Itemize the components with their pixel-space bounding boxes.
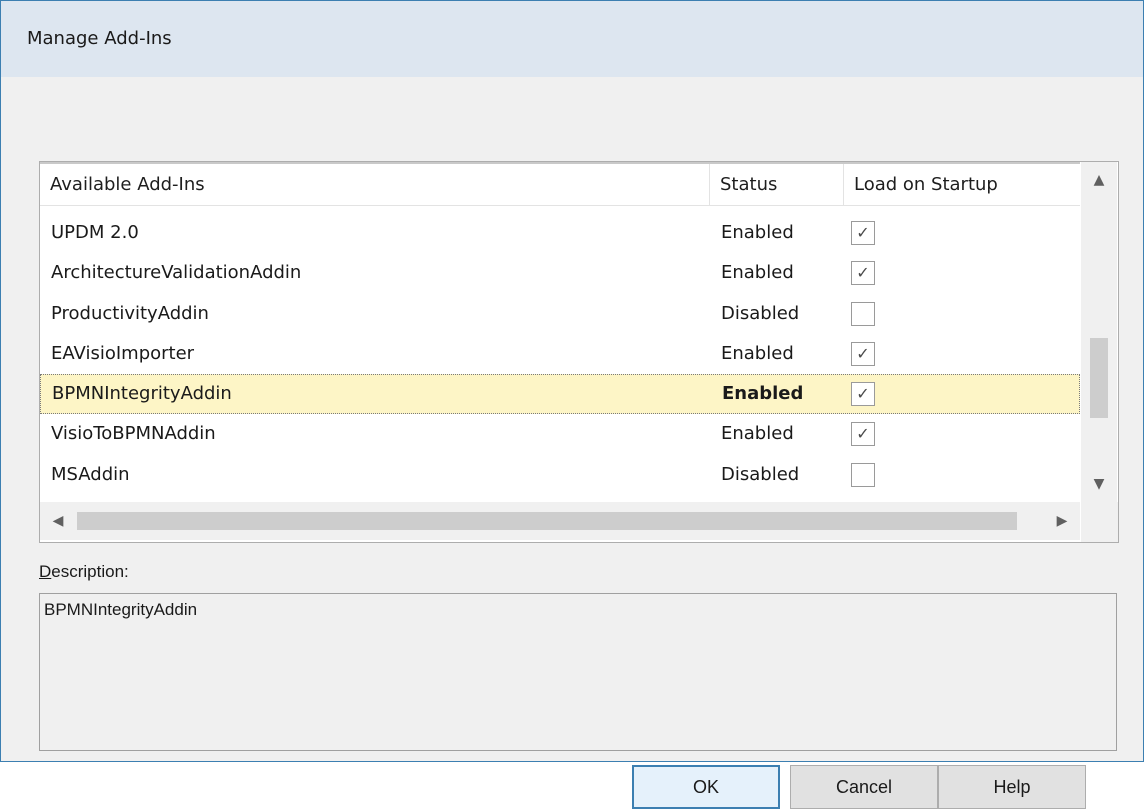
load-on-startup-checkbox[interactable] <box>851 301 875 326</box>
scroll-down-icon[interactable]: ▼ <box>1081 466 1117 502</box>
addin-name: UPDM 2.0 <box>51 222 139 243</box>
title-bar[interactable]: Manage Add-Ins <box>1 1 1143 77</box>
checkmark-icon: ✓ <box>856 384 870 404</box>
horizontal-scrollbar[interactable]: ◀ ▶ <box>40 502 1080 540</box>
horizontal-scroll-thumb[interactable] <box>77 512 1017 530</box>
scroll-up-icon[interactable]: ▲ <box>1081 162 1117 198</box>
scrollbar-corner <box>1081 502 1118 542</box>
addin-name: MSAddin <box>51 463 130 485</box>
addins-list[interactable]: Available Add-Ins Status Load on Startup… <box>39 161 1119 543</box>
addin-name: BPMNIntegrityAddin <box>52 383 232 405</box>
addin-status: Enabled <box>721 222 794 243</box>
addin-name: ProductivityAddin <box>51 302 209 324</box>
vertical-scroll-thumb[interactable] <box>1090 338 1108 418</box>
addin-name: ArchitectureValidationAddin <box>51 262 302 284</box>
addin-name: VisioToBPMNAddin <box>51 423 216 445</box>
load-on-startup-checkbox[interactable]: ✓ <box>851 341 875 366</box>
help-button[interactable]: Help <box>938 765 1086 809</box>
load-on-startup-checkbox[interactable]: ✓ <box>851 422 875 447</box>
addin-status: Disabled <box>721 302 800 324</box>
checkmark-icon: ✓ <box>856 263 870 283</box>
dialog-body: Available Add-Ins Status Load on Startup… <box>1 77 1143 809</box>
checkmark-icon: ✓ <box>856 223 870 242</box>
description-label-mnemonic: D <box>39 562 52 581</box>
description-label: Description: <box>39 562 129 582</box>
load-on-startup-checkbox[interactable]: ✓ <box>851 221 875 245</box>
table-row[interactable]: EAVisioImporter Enabled ✓ <box>40 334 1080 374</box>
ok-button[interactable]: OK <box>632 765 780 809</box>
table-row[interactable]: ProductivityAddin Disabled <box>40 294 1080 334</box>
load-on-startup-checkbox[interactable] <box>851 462 875 487</box>
manage-addins-dialog: Manage Add-Ins Available Add-Ins Status … <box>0 0 1144 809</box>
scroll-left-icon[interactable]: ◀ <box>40 502 76 540</box>
table-row[interactable]: VisioToBPMNAddin Enabled ✓ <box>40 414 1080 454</box>
addin-status: Enabled <box>721 423 794 445</box>
vertical-scrollbar[interactable]: ▲ ▼ <box>1081 162 1117 502</box>
dialog-title: Manage Add-Ins <box>27 28 172 49</box>
description-label-rest: escription: <box>51 562 129 581</box>
column-header-available-addins[interactable]: Available Add-Ins <box>40 164 710 206</box>
checkmark-icon: ✓ <box>856 343 870 363</box>
addin-status: Enabled <box>722 383 804 405</box>
column-header-load-on-startup[interactable]: Load on Startup <box>844 164 1080 206</box>
list-rows: UPDM 2.0 Enabled ✓ ArchitectureValidationAd… <box>40 213 1080 495</box>
checkmark-icon: ✓ <box>856 424 870 444</box>
cancel-button[interactable]: Cancel <box>790 765 938 809</box>
list-header: Available Add-Ins Status Load on Startup <box>40 162 1080 206</box>
addin-status: Enabled <box>721 262 794 284</box>
addin-status: Disabled <box>721 463 800 485</box>
scroll-right-icon[interactable]: ▶ <box>1044 502 1080 540</box>
column-header-status[interactable]: Status <box>710 164 844 206</box>
table-row[interactable]: UPDM 2.0 Enabled ✓ <box>40 213 1080 253</box>
addin-status: Enabled <box>721 342 794 364</box>
description-box[interactable]: BPMNIntegrityAddin <box>39 593 1117 751</box>
load-on-startup-checkbox[interactable]: ✓ <box>851 382 875 407</box>
table-row[interactable]: ArchitectureValidationAddin Enabled ✓ <box>40 253 1080 293</box>
table-row[interactable]: MSAddin Disabled <box>40 455 1080 495</box>
load-on-startup-checkbox[interactable]: ✓ <box>851 261 875 286</box>
addin-name: EAVisioImporter <box>51 342 195 364</box>
table-row[interactable]: BPMNIntegrityAddin Enabled ✓ <box>40 374 1080 415</box>
